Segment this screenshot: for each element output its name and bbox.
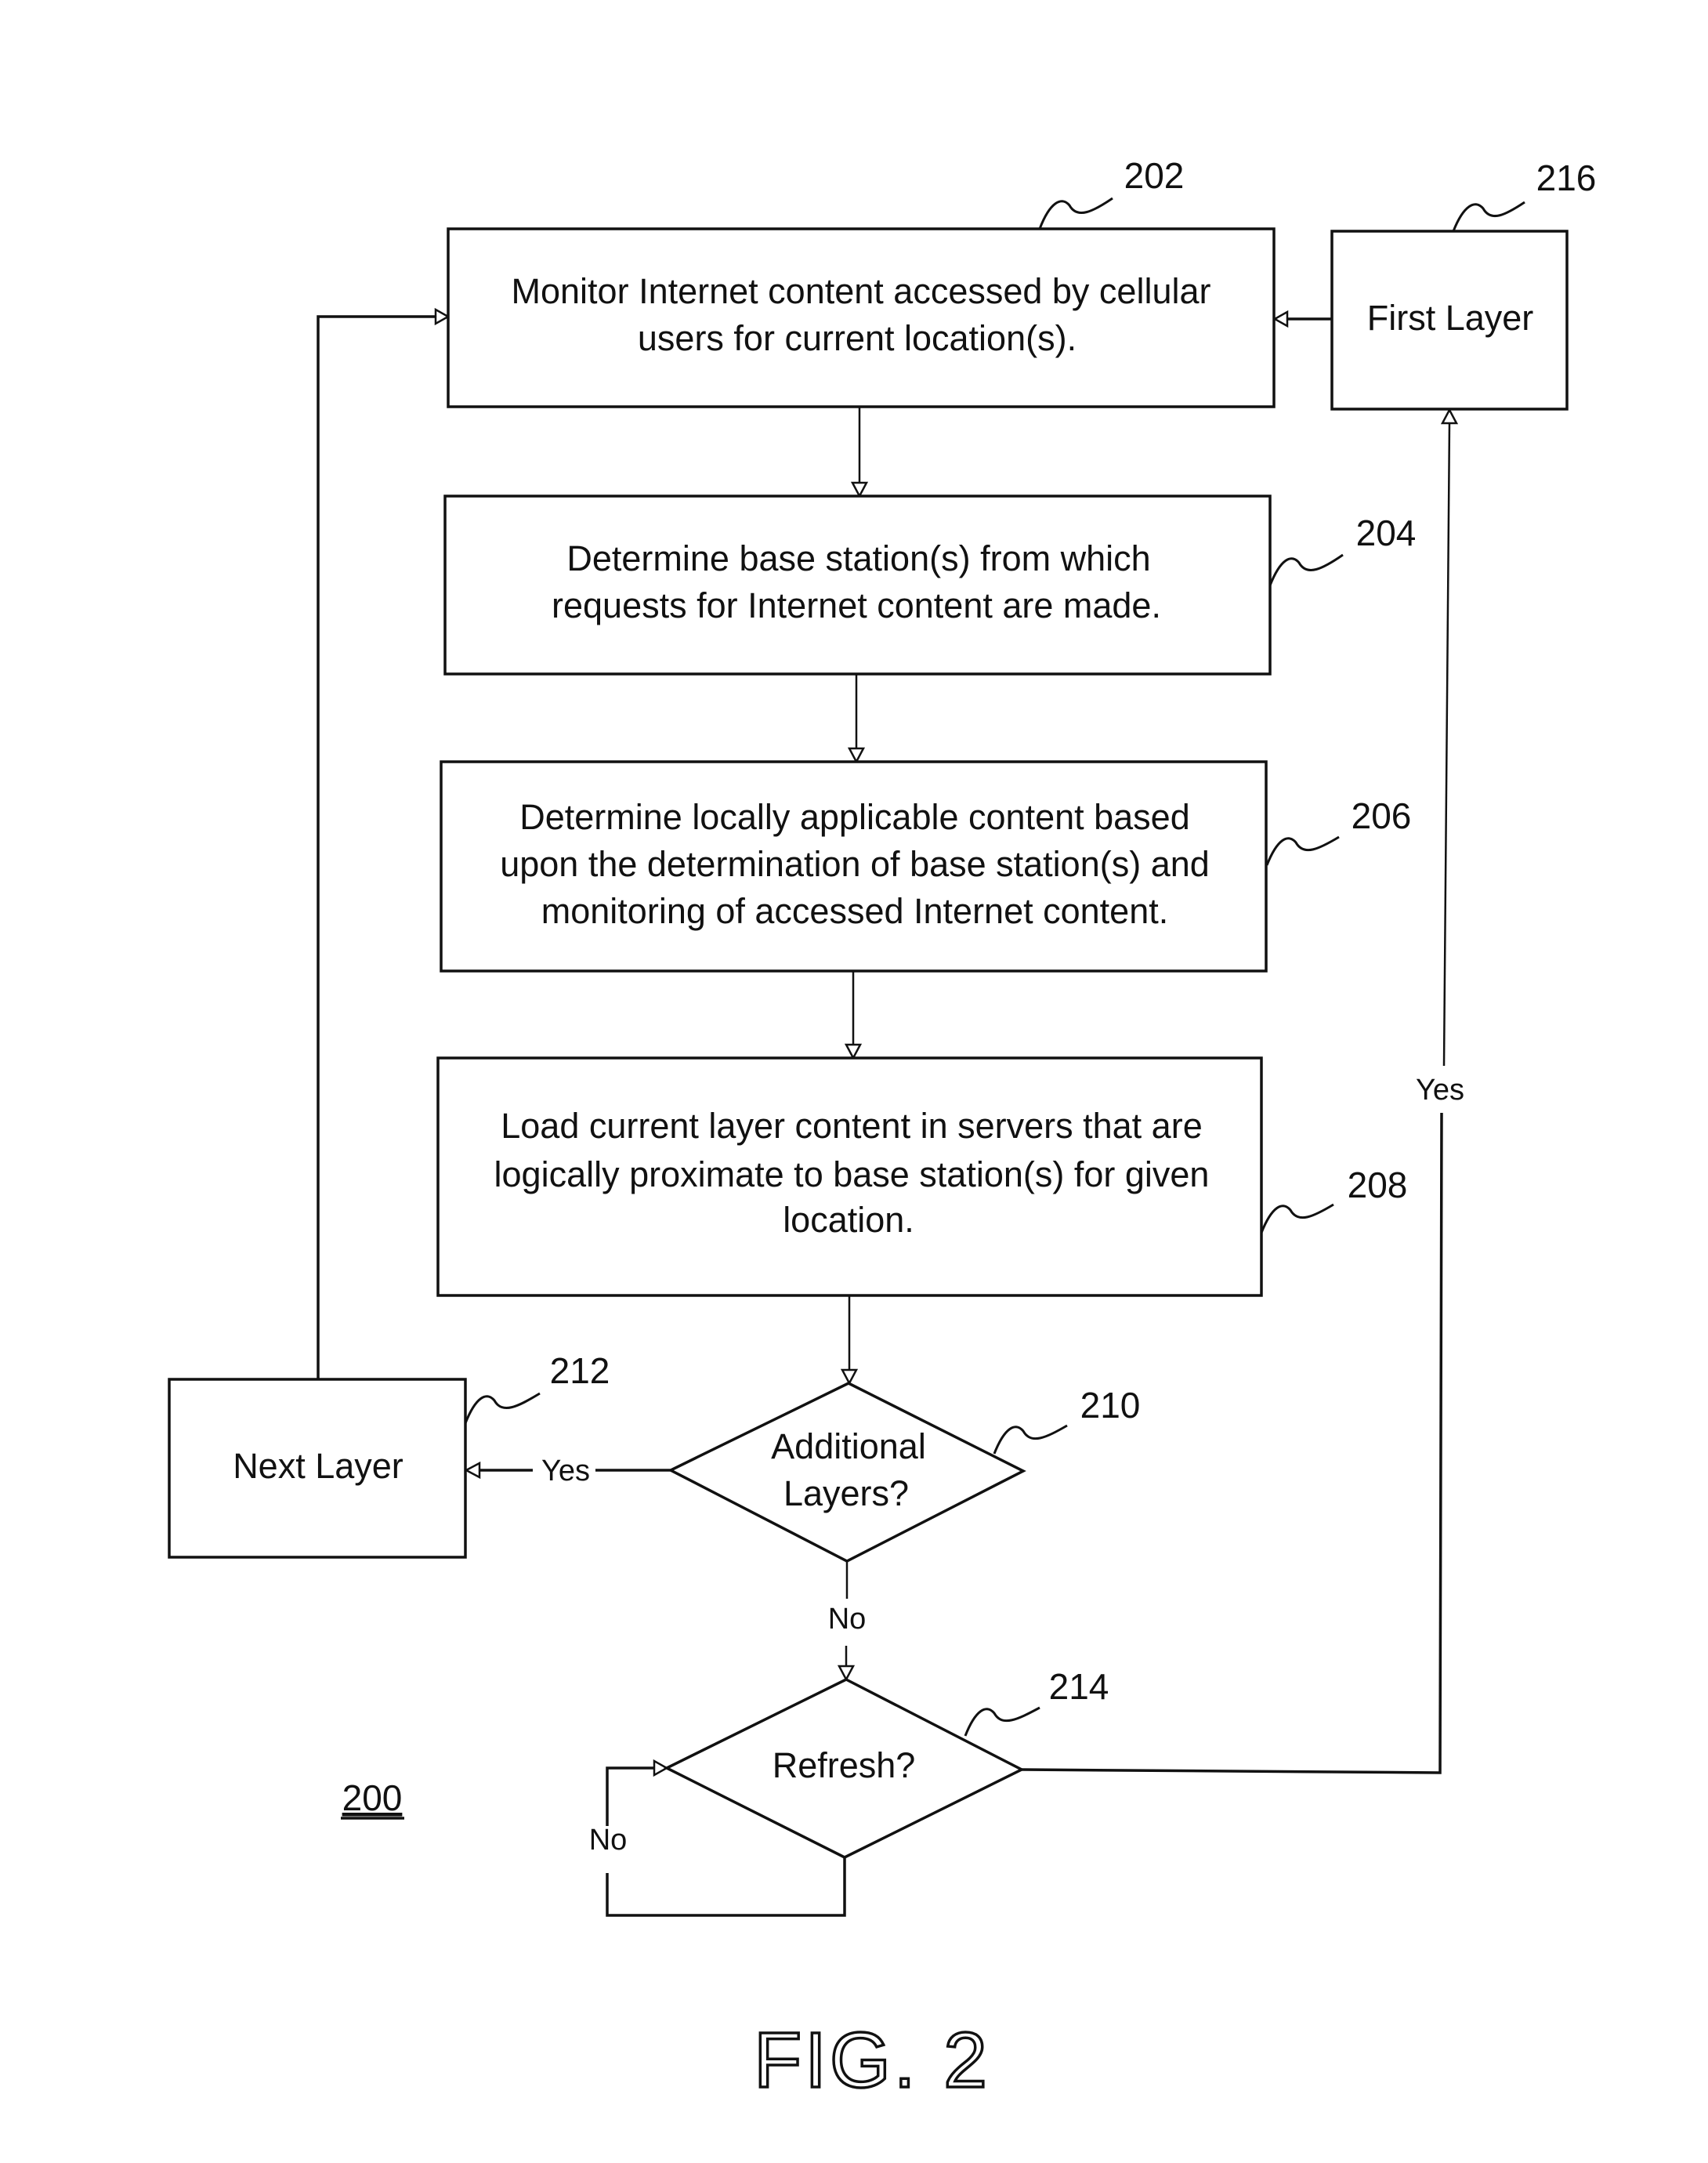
node-text-line: Load current layer content in servers th… xyxy=(501,1106,1202,1146)
leader-squiggle-212 xyxy=(464,1392,541,1424)
leader-squiggle-214 xyxy=(964,1706,1040,1737)
leader-squiggle-202 xyxy=(1038,197,1113,230)
leader-squiggle-206 xyxy=(1265,835,1340,866)
edge-label-yes: Yes xyxy=(541,1455,590,1487)
node-text-line: Refresh? xyxy=(773,1745,916,1785)
arrowhead-left-icon xyxy=(1272,310,1289,328)
edge-214-loop-a xyxy=(606,1857,846,1917)
node-214: Refresh? xyxy=(664,1678,1025,1859)
node-text-line: Layers? xyxy=(783,1473,909,1513)
ref-numeral-210: 210 xyxy=(1080,1385,1141,1426)
node-text-line: First Layer xyxy=(1367,298,1534,338)
ref-numeral-208: 208 xyxy=(1348,1165,1408,1205)
node-206: Determine locally applicable content bas… xyxy=(440,760,1268,973)
leader-squiggle-210 xyxy=(993,1424,1068,1455)
ref-numeral-214: 214 xyxy=(1049,1666,1109,1707)
node-210: Additional Layers? xyxy=(668,1382,1026,1563)
node-text-line: requests for Internet content are made. xyxy=(552,585,1161,625)
node-text-line: upon the determination of base station(s… xyxy=(500,844,1210,884)
node-text-line: Monitor Internet content accessed by cel… xyxy=(512,271,1211,311)
node-text-line: Next Layer xyxy=(233,1446,403,1486)
node-208: Load current layer content in servers th… xyxy=(436,1056,1263,1297)
ref-numeral-212: 212 xyxy=(550,1350,610,1391)
leader-squiggle-216 xyxy=(1452,201,1525,232)
edge-214-216-b xyxy=(1442,421,1451,1067)
figure-reference-200: 200 xyxy=(342,1777,403,1818)
arrowhead-down-icon xyxy=(850,481,869,498)
node-text-line: logically proximate to base station(s) f… xyxy=(494,1154,1210,1194)
node-text-line: users for current location(s). xyxy=(638,318,1077,358)
arrowhead-down-icon xyxy=(837,1665,856,1682)
ref-numeral-204: 204 xyxy=(1356,513,1417,553)
edge-label-no: No xyxy=(828,1603,867,1636)
arrowhead-right-icon xyxy=(434,307,451,326)
node-text-line: Additional xyxy=(771,1426,926,1466)
edge-label-yes-refresh: Yes xyxy=(1416,1074,1464,1107)
arrowhead-up-icon xyxy=(1440,408,1459,425)
edge-212-202 xyxy=(317,315,436,1379)
node-text-line: location. xyxy=(783,1200,914,1240)
node-202: Monitor Internet content accessed by cel… xyxy=(447,227,1276,408)
edge-214-loop-b xyxy=(606,1766,655,1826)
arrowhead-down-icon xyxy=(840,1368,859,1386)
ref-numeral-202: 202 xyxy=(1124,155,1185,196)
node-text-line: Determine locally applicable content bas… xyxy=(519,797,1190,837)
node-text-line: Determine base station(s) from which xyxy=(566,538,1150,578)
leader-squiggle-208 xyxy=(1260,1203,1334,1234)
ref-numeral-216: 216 xyxy=(1536,158,1597,198)
leader-squiggle-204 xyxy=(1268,553,1344,586)
ref-numeral-206: 206 xyxy=(1352,795,1412,836)
node-212: Next Layer xyxy=(168,1378,467,1559)
decision-diamond xyxy=(668,1382,1026,1563)
edge-label-no-loop: No xyxy=(589,1824,628,1857)
arrowhead-down-icon xyxy=(847,747,866,764)
arrowhead-left-icon xyxy=(464,1461,481,1480)
node-216: First Layer xyxy=(1330,230,1569,411)
node-text-line: monitoring of accessed Internet content. xyxy=(541,891,1168,931)
flowchart: Yes No No Yes Monitor Internet content a… xyxy=(168,155,1597,2106)
figure-title: FIG. 2 xyxy=(754,2016,990,2104)
arrowhead-down-icon xyxy=(844,1043,863,1060)
node-204: Determine base station(s) from which req… xyxy=(443,495,1272,676)
